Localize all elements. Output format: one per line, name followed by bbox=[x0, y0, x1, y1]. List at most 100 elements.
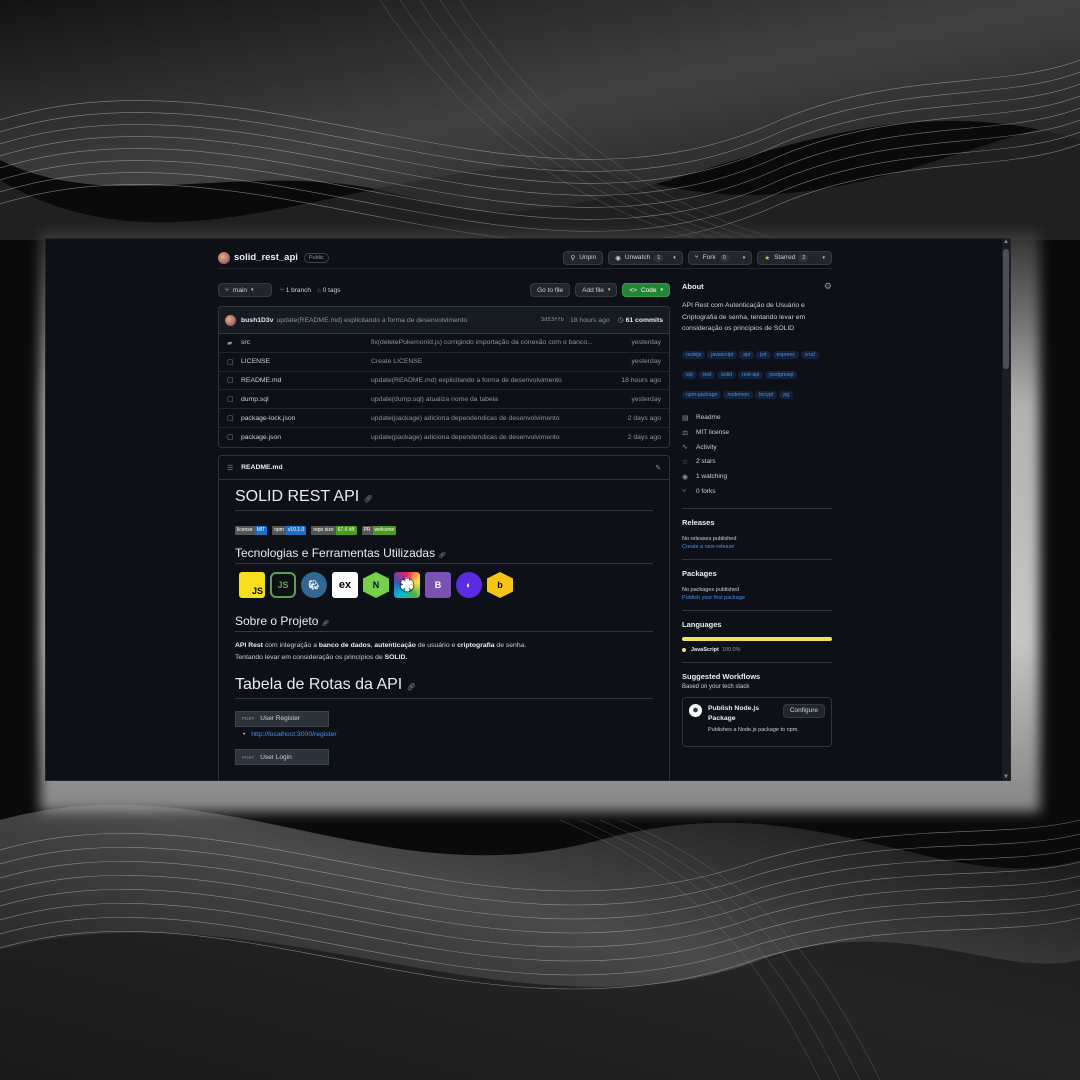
topic-tag[interactable]: express bbox=[772, 350, 799, 359]
chevron-down-icon: ▾ bbox=[660, 287, 663, 293]
about-link[interactable]: ◉ 1 watching bbox=[682, 469, 832, 484]
topic-tag[interactable]: nodemon bbox=[723, 390, 754, 399]
repo-name[interactable]: solid_rest_api bbox=[234, 252, 298, 263]
topic-tag[interactable]: rest bbox=[698, 370, 716, 379]
releases-title[interactable]: Releases bbox=[682, 518, 832, 527]
topic-tag[interactable]: sql bbox=[682, 370, 697, 379]
topic-tag[interactable]: nodejs bbox=[682, 350, 706, 359]
language-bar-fill bbox=[682, 636, 832, 641]
file-commit-message[interactable]: update(package) adiciona dependendicas d… bbox=[371, 434, 601, 441]
releases-none: No releases published bbox=[682, 535, 737, 542]
vertical-scrollbar[interactable]: ▲ ▼ bbox=[1002, 239, 1010, 780]
file-name[interactable]: package.json bbox=[241, 434, 371, 441]
latest-commit-bar: bush1D3v update(README.md) explicitando … bbox=[219, 307, 669, 334]
route-url-link[interactable]: http://localhost:3000/register bbox=[251, 731, 336, 738]
scroll-down-icon[interactable]: ▼ bbox=[1002, 774, 1010, 780]
about-link[interactable]: ▤ Readme bbox=[682, 411, 832, 426]
topic-tag[interactable]: npm-package bbox=[682, 390, 722, 399]
workflows-title: Suggested Workflows bbox=[682, 671, 761, 681]
list-icon[interactable]: ☰ bbox=[227, 464, 233, 472]
branches-link[interactable]: ⑂ 1 branch bbox=[280, 287, 311, 294]
topic-tag[interactable]: bcrypt bbox=[755, 390, 778, 399]
file-row[interactable]: ▰ src fix(deletePokemonId.js) corrigindo i… bbox=[219, 334, 669, 353]
readme-badge[interactable]: npm v10.1.0 bbox=[272, 526, 307, 535]
gear-icon[interactable]: ⚙ bbox=[824, 281, 832, 292]
scroll-up-icon[interactable]: ▲ bbox=[1002, 239, 1010, 245]
file-name[interactable]: src bbox=[241, 339, 371, 346]
readme-badge[interactable]: repo size 67.6 kB bbox=[311, 526, 357, 535]
topic-tag[interactable]: crud bbox=[800, 350, 819, 359]
scrollbar-thumb[interactable] bbox=[1003, 249, 1009, 369]
file-commit-message[interactable]: update(package) adiciona dependendicas d… bbox=[371, 415, 601, 422]
about-link[interactable]: ∿ Activity bbox=[682, 440, 832, 455]
link-icon[interactable]: 🔗︎ bbox=[438, 553, 446, 559]
topic-tag[interactable]: pg bbox=[779, 390, 793, 399]
commit-message[interactable]: update(README.md) explicitando a forma d… bbox=[276, 317, 467, 324]
about-link-label: 1 watching bbox=[696, 473, 728, 481]
chevron-down-icon: ▾ bbox=[607, 287, 611, 293]
tags-link[interactable]: ⌂ 0 tags bbox=[317, 287, 340, 294]
about-link-label: Readme bbox=[696, 414, 721, 422]
nodejs-icon: JS bbox=[270, 572, 296, 598]
about-link[interactable]: ⑂ 0 forks bbox=[682, 484, 832, 499]
go-to-file-button[interactable]: Go to file bbox=[530, 283, 571, 297]
branch-selector[interactable]: ⑂ main ▾ bbox=[218, 283, 272, 297]
language-item[interactable]: JavaScript 100.0% bbox=[682, 647, 832, 653]
star-count: 2 bbox=[799, 253, 809, 262]
publish-package-link[interactable]: Publish your first package bbox=[682, 595, 832, 601]
file-icon: ▢ bbox=[227, 358, 234, 366]
history-icon: ◷ bbox=[617, 317, 624, 324]
about-link[interactable]: ⚖ MIT license bbox=[682, 425, 832, 440]
link-icon[interactable]: 🔗︎ bbox=[322, 621, 330, 627]
file-row[interactable]: ▢ dump.sql update(dump.sql) atualiza nome … bbox=[219, 390, 669, 410]
topic-tag[interactable]: javascript bbox=[707, 350, 738, 359]
unwatch-button[interactable]: ◉ Unwatch 1 ▾ bbox=[608, 250, 683, 265]
topic-tag[interactable]: postgresql bbox=[765, 370, 798, 379]
topic-tag[interactable]: api bbox=[739, 350, 755, 359]
packages-title[interactable]: Packages bbox=[682, 569, 832, 578]
workflows-subtitle: Based on your tech stack bbox=[682, 683, 750, 690]
about-links: ▤ Readme ⚖ MIT license ∿ Activity ☆ 2 stars ◉ 1 w… bbox=[682, 411, 832, 499]
file-name[interactable]: dump.sql bbox=[241, 396, 371, 403]
fork-button[interactable]: ⑂ Fork 0 ▾ bbox=[687, 250, 753, 265]
desc-strong-2: banco de dados bbox=[318, 642, 371, 649]
file-name[interactable]: LICENSE bbox=[241, 358, 371, 365]
fork-label: Fork bbox=[702, 254, 716, 261]
file-name[interactable]: package-lock.json bbox=[241, 415, 371, 422]
code-button[interactable]: <> Code ▾ bbox=[622, 283, 670, 297]
file-commit-message[interactable]: fix(deletePokemonId.js) corrigindo impor… bbox=[371, 339, 601, 346]
unpin-button[interactable]: ⚲ Unpin bbox=[563, 250, 604, 265]
file-table: bush1D3v update(README.md) explicitando … bbox=[218, 306, 670, 448]
commit-author[interactable]: bush1D3v bbox=[241, 317, 273, 324]
file-name[interactable]: README.md bbox=[241, 377, 371, 384]
readme-badge[interactable]: PR welcome bbox=[361, 526, 397, 535]
file-commit-message[interactable]: update(dump.sql) atualiza nome da tabela bbox=[371, 396, 601, 403]
file-row[interactable]: ▢ package.json update(package) adiciona de… bbox=[219, 428, 669, 447]
create-release-link[interactable]: Create a new release bbox=[682, 544, 832, 550]
file-row[interactable]: ▢ README.md update(README.md) explicitando… bbox=[219, 372, 669, 391]
divider bbox=[682, 558, 832, 560]
commit-hash[interactable]: 3d53ffb bbox=[541, 317, 564, 323]
topic-tag[interactable]: jwt bbox=[756, 350, 771, 359]
configure-button[interactable]: Configure bbox=[782, 703, 825, 718]
file-row[interactable]: ▢ LICENSE Create LICENSE yesterday bbox=[219, 353, 669, 372]
link-icon[interactable]: 🔗︎ bbox=[364, 496, 373, 503]
pencil-icon[interactable]: ✎ bbox=[655, 464, 661, 472]
file-row[interactable]: ▢ package-lock.json update(package) adicio… bbox=[219, 409, 669, 428]
add-file-button[interactable]: Add file ▾ bbox=[575, 283, 618, 297]
readme-badge[interactable]: license MIT bbox=[235, 526, 268, 535]
file-commit-message[interactable]: Create LICENSE bbox=[371, 358, 601, 365]
link-icon[interactable]: 🔗︎ bbox=[407, 684, 416, 691]
author-avatar[interactable] bbox=[225, 314, 236, 326]
topic-tag[interactable]: solid bbox=[717, 370, 736, 379]
file-commit-message[interactable]: update(README.md) explicitando a forma d… bbox=[371, 377, 601, 384]
chevron-down-icon: ▾ bbox=[251, 287, 254, 293]
topic-tag[interactable]: rest-api bbox=[737, 370, 764, 379]
route-method: POST bbox=[242, 716, 255, 721]
starred-button[interactable]: ★ Starred 2 ▾ bbox=[757, 250, 832, 265]
about-link[interactable]: ☆ 2 stars bbox=[682, 455, 832, 470]
badge-label: PR bbox=[361, 526, 373, 535]
commit-count[interactable]: 61 commits bbox=[626, 317, 663, 324]
owner-avatar[interactable] bbox=[218, 251, 230, 264]
add-file-label: Add file bbox=[582, 286, 604, 294]
